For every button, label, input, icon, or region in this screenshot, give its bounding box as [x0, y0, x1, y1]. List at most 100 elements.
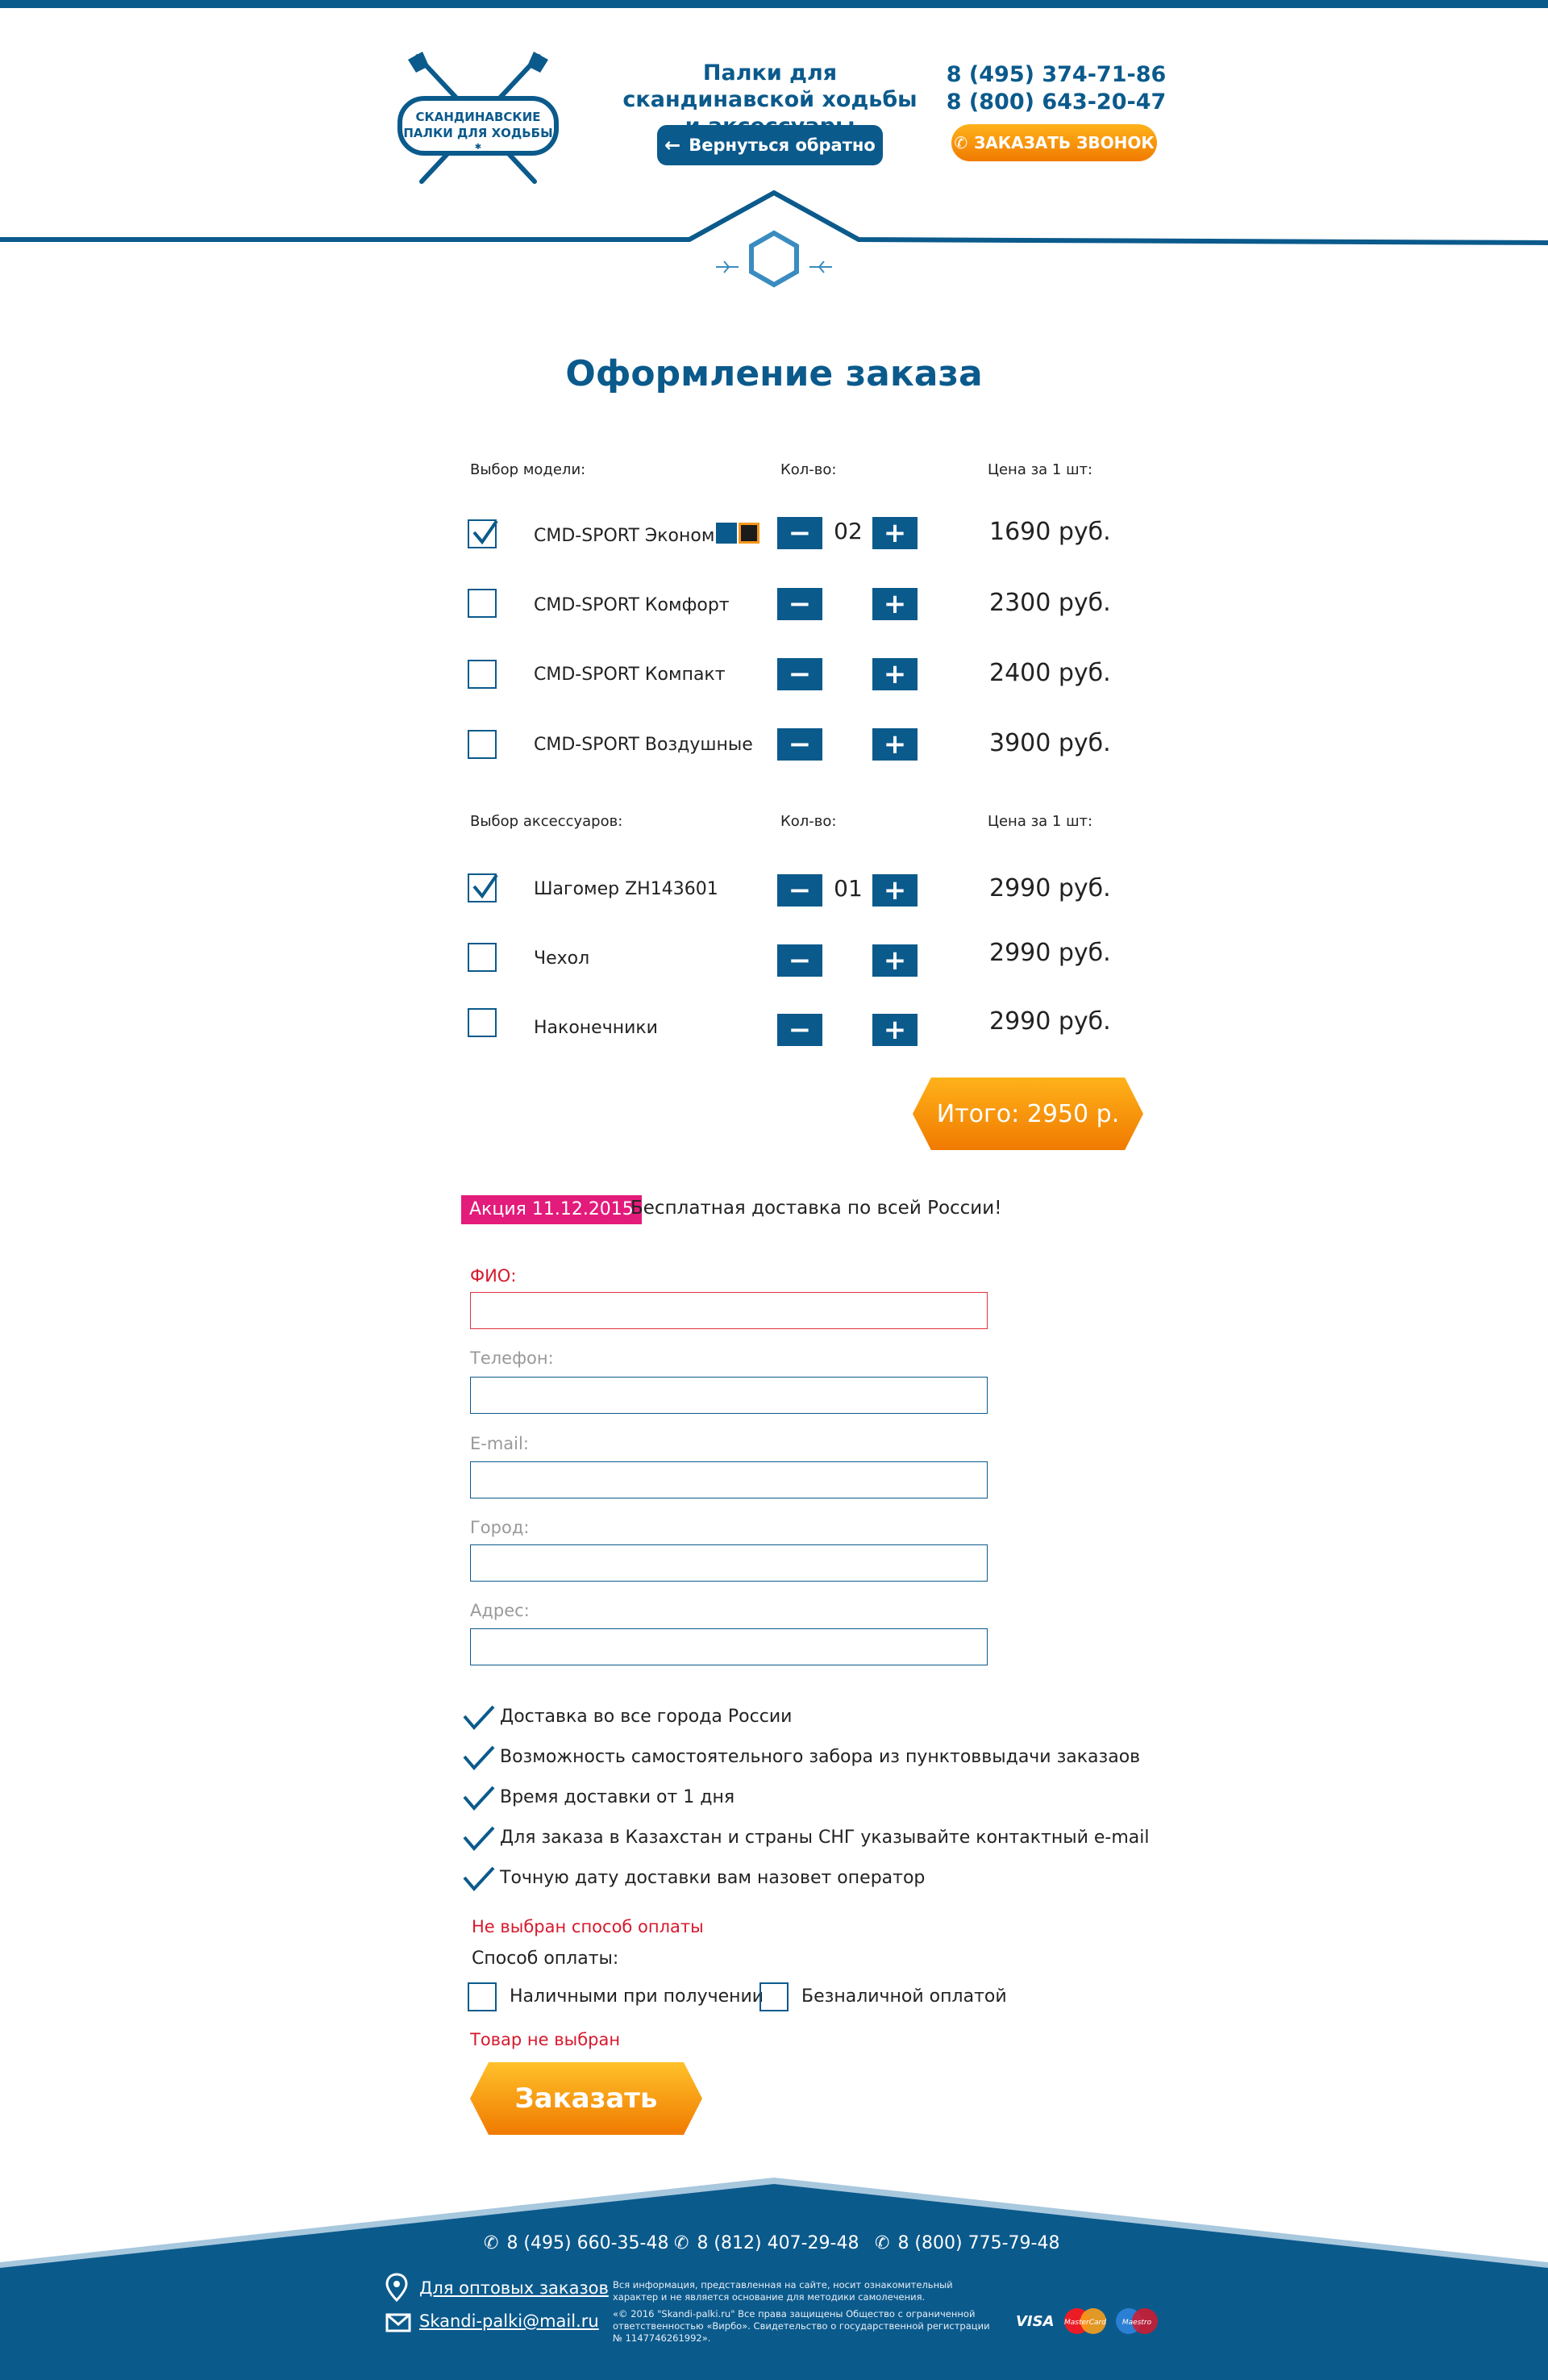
header-phones: 8 (495) 374-71-86 8 (800) 643-20-47: [943, 61, 1169, 116]
svg-text:✱: ✱: [475, 143, 481, 152]
payment-cash-checkbox[interactable]: [468, 1982, 497, 2011]
accessory-qty-plus-0[interactable]: +: [872, 874, 918, 907]
footer-phone-3[interactable]: ✆ 8 (800) 775-79-48: [875, 2233, 1059, 2253]
address-input[interactable]: [470, 1628, 988, 1665]
logo-text-line2: ПАЛКИ ДЛЯ ХОДЬБЫ: [403, 126, 552, 140]
model-price-1: 2300 руб.: [989, 589, 1111, 617]
model-price-0: 1690 руб.: [989, 518, 1111, 546]
accessory-checkbox-1[interactable]: [468, 943, 497, 972]
order-button[interactable]: Заказать: [470, 2062, 702, 2135]
checkmark-icon: [472, 873, 498, 899]
accessory-qty-minus-0[interactable]: −: [777, 874, 822, 907]
payment-cash-label[interactable]: Наличными при получении: [510, 1986, 764, 2007]
color-swatch-black[interactable]: [739, 523, 759, 544]
legal-text: Вся информация, представленная на сайте,…: [613, 2279, 1000, 2349]
promo-text: Бесплатная доставка по всей России!: [630, 1198, 1002, 1219]
checkmark-icon: [472, 519, 498, 545]
model-checkbox-0[interactable]: [468, 519, 498, 548]
checkmark-icon: [463, 1705, 495, 1731]
model-name-1: CMD-SPORT Комфорт: [534, 595, 730, 615]
phone-handset-icon: ✆: [674, 2233, 689, 2253]
accessories-header-name: Выбор аксессуаров:: [470, 813, 623, 830]
accessory-qty-minus-1[interactable]: −: [777, 944, 822, 977]
color-swatch-blue[interactable]: [716, 523, 737, 544]
accessory-price-0: 2990 руб.: [989, 874, 1111, 902]
legal-disclaimer: Вся информация, представленная на сайте,…: [613, 2279, 953, 2303]
mastercard-logo: MasterCard: [1064, 2319, 1106, 2327]
address-label: Адрес:: [470, 1601, 530, 1620]
accessory-qty-0[interactable]: 01: [830, 875, 866, 902]
model-qty-plus-3[interactable]: +: [872, 728, 918, 761]
top-strip: [0, 0, 1548, 8]
model-qty-minus-0[interactable]: −: [777, 517, 822, 549]
accessory-qty-plus-1[interactable]: +: [872, 944, 918, 977]
logo-text-line1: СКАНДИНАВСКИЕ: [415, 110, 540, 124]
fio-input[interactable]: [470, 1292, 988, 1329]
accessory-name-1: Чехол: [534, 948, 590, 969]
model-checkbox-3[interactable]: [468, 730, 497, 759]
header-divider: [0, 190, 1548, 288]
wholesale-link[interactable]: Для оптовых заказов: [419, 2278, 609, 2298]
model-price-3: 3900 руб.: [989, 729, 1111, 757]
model-qty-plus-1[interactable]: +: [872, 588, 918, 620]
model-qty-minus-3[interactable]: −: [777, 728, 822, 761]
checkmark-icon: [463, 1826, 495, 1852]
phone-handset-icon: ✆: [875, 2233, 890, 2253]
checkmark-icon: [463, 1745, 495, 1771]
models-header-price: Цена за 1 шт:: [988, 461, 1093, 478]
email-input[interactable]: [470, 1461, 988, 1498]
accessories-header-qty: Кол-во:: [780, 813, 837, 830]
location-pin-icon: [385, 2273, 408, 2302]
model-qty-minus-1[interactable]: −: [777, 588, 822, 620]
legal-copyright: «© 2016 "Skandi-palki.ru" Все права защи…: [613, 2308, 990, 2344]
site-logo[interactable]: СКАНДИНАВСКИЕ ПАЛКИ ДЛЯ ХОДЬБЫ ✱: [393, 48, 563, 190]
payment-cashless-checkbox[interactable]: [759, 1982, 789, 2011]
accessory-price-1: 2990 руб.: [989, 939, 1111, 967]
accessory-checkbox-0[interactable]: [468, 873, 498, 902]
phone-label: Телефон:: [470, 1348, 554, 1368]
accessory-price-2: 2990 руб.: [989, 1007, 1111, 1036]
maestro-logo: Maestro: [1122, 2319, 1152, 2327]
accessory-qty-minus-2[interactable]: −: [777, 1014, 822, 1046]
payment-label: Способ оплаты:: [472, 1949, 619, 1969]
goods-error: Товар не выбран: [470, 2030, 621, 2049]
model-name-0: CMD-SPORT Эконом: [534, 526, 715, 546]
payment-cashless-label[interactable]: Безналичной оплатой: [801, 1986, 1007, 2007]
envelope-icon: [385, 2313, 411, 2332]
model-checkbox-1[interactable]: [468, 589, 497, 618]
footer-phone-1[interactable]: ✆ 8 (495) 660-35-48: [484, 2233, 668, 2253]
back-button[interactable]: ← Вернуться обратно: [657, 125, 883, 165]
model-checkbox-2[interactable]: [468, 660, 497, 689]
payment-error: Не выбран способ оплаты: [472, 1917, 704, 1936]
city-input[interactable]: [470, 1544, 988, 1582]
city-label: Город:: [470, 1518, 530, 1537]
footer-phone-2[interactable]: ✆ 8 (812) 407-29-48: [674, 2233, 859, 2253]
phone-input[interactable]: [470, 1377, 988, 1414]
email-label: E-mail:: [470, 1434, 529, 1453]
visa-logo: VISA: [1016, 2313, 1055, 2330]
header-phone-2[interactable]: 8 (800) 643-20-47: [943, 89, 1169, 116]
model-name-2: CMD-SPORT Компакт: [534, 665, 726, 685]
accessory-qty-plus-2[interactable]: +: [872, 1014, 918, 1046]
callback-button[interactable]: ✆ ЗАКАЗАТЬ ЗВОНОК: [951, 124, 1157, 161]
model-qty-plus-0[interactable]: +: [872, 517, 918, 549]
email-link[interactable]: Skandi-palki@mail.ru: [419, 2311, 599, 2331]
model-qty-minus-2[interactable]: −: [777, 658, 822, 690]
models-header-qty: Кол-во:: [780, 461, 837, 478]
header-phone-1[interactable]: 8 (495) 374-71-86: [943, 61, 1169, 89]
phone-handset-icon: ✆: [954, 133, 968, 152]
phone-handset-icon: ✆: [484, 2233, 499, 2253]
model-qty-0[interactable]: 02: [830, 518, 866, 544]
accessory-name-2: Наконечники: [534, 1018, 658, 1038]
accessories-header-price: Цена за 1 шт:: [988, 813, 1093, 830]
checkmark-icon: [463, 1866, 495, 1892]
promo-badge: Акция 11.12.2015: [461, 1195, 642, 1224]
fio-label: ФИО:: [470, 1266, 517, 1286]
order-total: Итого: 2950 р.: [913, 1077, 1143, 1150]
model-qty-plus-2[interactable]: +: [872, 658, 918, 690]
accessory-checkbox-2[interactable]: [468, 1008, 497, 1037]
payment-logos: VISA MasterCard Maestro: [1016, 2308, 1158, 2334]
page-title: Оформление заказа: [565, 353, 983, 394]
model-price-2: 2400 руб.: [989, 659, 1111, 687]
accessory-name-0: Шагомер ZH143601: [534, 879, 718, 899]
